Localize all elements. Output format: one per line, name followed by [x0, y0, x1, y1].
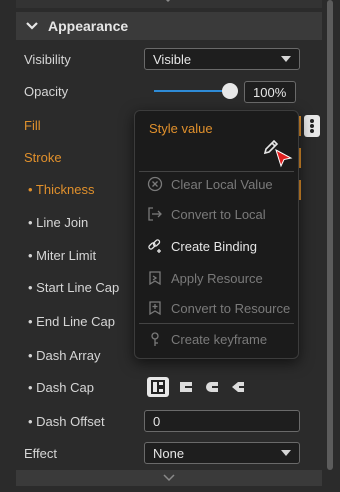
menu-item-label: Convert to Resource	[171, 301, 291, 316]
square-cap-button[interactable]	[175, 377, 197, 397]
line-join-label: • Line Join	[28, 215, 89, 230]
dot	[310, 124, 314, 128]
thickness-label: • Thickness	[28, 182, 95, 197]
menu-item-label: Clear Local Value	[171, 177, 273, 192]
dash-cap-label: • Dash Cap	[28, 380, 94, 395]
menu-item-convert-to-local[interactable]: Convert to Local	[141, 202, 291, 226]
chevron-down-icon[interactable]	[162, 473, 176, 483]
menu-item-label: Create Binding	[171, 239, 257, 254]
chevron-down-icon[interactable]	[160, 0, 176, 8]
menu-item-label: Apply Resource	[171, 271, 263, 286]
menu-item-convert-to-resource[interactable]: Convert to Resource	[141, 296, 291, 320]
menu-item-apply-resource[interactable]: Apply Resource	[141, 266, 291, 290]
square-cap-icon	[180, 382, 192, 392]
effect-value: None	[153, 446, 185, 461]
scrollbar-thumb[interactable]	[327, 0, 333, 470]
round-cap-icon	[206, 382, 218, 392]
chevron-down-icon[interactable]	[25, 19, 39, 33]
visibility-dropdown[interactable]: Visible	[144, 48, 300, 70]
dash-offset-label: • Dash Offset	[28, 414, 105, 429]
convert-local-icon	[148, 207, 162, 221]
dot	[310, 129, 314, 133]
dropdown-arrow-icon	[281, 450, 291, 456]
effect-dropdown[interactable]: None	[144, 442, 300, 464]
cursor-icon	[275, 148, 293, 168]
round-cap-button[interactable]	[201, 377, 223, 397]
section-title: Appearance	[48, 18, 129, 34]
menu-item-create-keyframe[interactable]: Create keyframe	[141, 327, 291, 351]
more-options-button[interactable]	[304, 115, 320, 137]
menu-item-clear-local-value[interactable]: Clear Local Value	[141, 172, 291, 196]
dot	[310, 119, 314, 123]
fill-label: Fill	[24, 118, 41, 133]
binding-icon	[148, 239, 161, 253]
clear-icon	[147, 176, 163, 192]
triangle-cap-icon	[232, 382, 244, 392]
opacity-slider-knob[interactable]	[222, 83, 238, 99]
dropdown-arrow-icon	[281, 56, 291, 62]
effect-label: Effect	[24, 446, 58, 461]
flat-cap-button[interactable]	[147, 377, 169, 397]
end-line-cap-label: • End Line Cap	[28, 314, 115, 329]
dash-array-label: • Dash Array	[28, 348, 101, 363]
style-value-popup: Style value Clear Local Value Convert to…	[134, 110, 299, 359]
opacity-label: Opacity	[24, 84, 69, 99]
keyframe-icon	[151, 332, 159, 346]
visibility-value: Visible	[153, 52, 192, 67]
triangle-cap-button[interactable]	[227, 377, 249, 397]
menu-item-create-binding[interactable]: Create Binding	[141, 234, 291, 258]
miter-limit-label: • Miter Limit	[28, 248, 97, 263]
dash-offset-value: 0	[153, 414, 161, 429]
menu-item-label: Create keyframe	[171, 332, 268, 347]
dash-offset-input[interactable]: 0	[144, 410, 300, 432]
convert-resource-icon	[149, 301, 161, 316]
menu-separator	[139, 323, 294, 324]
opacity-input[interactable]: 100%	[244, 81, 296, 103]
stroke-label: Stroke	[24, 150, 62, 165]
opacity-slider-track[interactable]	[154, 90, 232, 92]
flat-cap-icon	[151, 380, 165, 394]
appearance-section-header[interactable]: Appearance	[16, 12, 322, 40]
start-line-cap-label: • Start Line Cap	[28, 280, 120, 295]
visibility-label: Visibility	[24, 52, 71, 67]
apply-resource-icon	[149, 271, 161, 286]
popup-title: Style value	[149, 121, 213, 136]
menu-item-label: Convert to Local	[171, 207, 266, 222]
opacity-value: 100%	[253, 85, 287, 100]
